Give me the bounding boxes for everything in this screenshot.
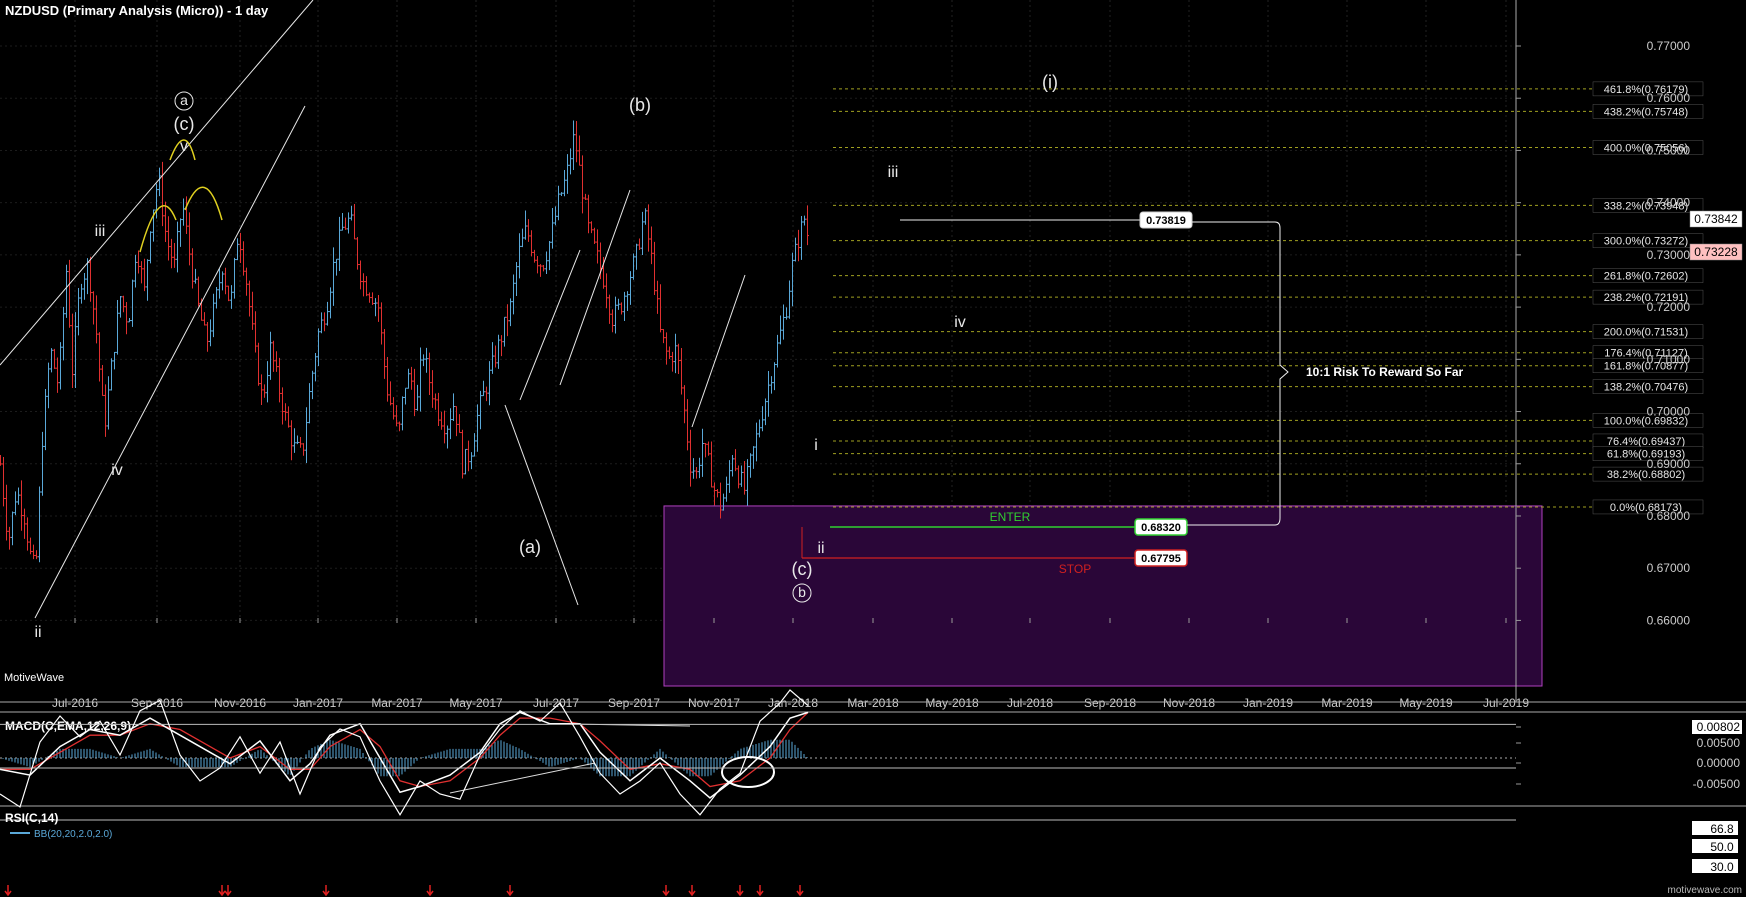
wave-label: (c)	[792, 559, 813, 579]
stop-price: 0.67795	[1141, 553, 1181, 565]
macd-y-label: 0.00500	[1697, 736, 1741, 750]
rsi-title: RSI(C,14)	[5, 811, 58, 825]
wave-label: ii	[34, 624, 41, 641]
x-tick-label: May-2019	[1399, 696, 1453, 710]
x-tick-label: Jan-2017	[293, 696, 343, 710]
y-tick-label: 0.72000	[1647, 300, 1691, 314]
wave-label: (c)	[174, 114, 195, 134]
support-zone	[663, 505, 1543, 687]
enter-price: 0.68320	[1141, 522, 1181, 534]
fib-label: 300.0%(0.73272)	[1604, 236, 1688, 248]
wave-label: iv	[111, 462, 123, 479]
macd-y-label: 0.00802	[1697, 720, 1741, 734]
x-tick-label: Sep-2017	[608, 696, 660, 710]
price-tag: 0.73228	[1694, 245, 1738, 259]
fib-label: 438.2%(0.75748)	[1604, 106, 1688, 118]
chart-svg: 461.8%(0.76179)438.2%(0.75748)400.0%(0.7…	[0, 0, 1746, 897]
x-tick-label: Sep-2016	[131, 696, 183, 710]
rsi-y-label: 66.8	[1710, 822, 1734, 836]
y-tick-label: 0.75000	[1647, 143, 1691, 157]
fib-label: 200.0%(0.71531)	[1604, 327, 1688, 339]
x-tick-label: Jul-2017	[533, 696, 579, 710]
motivewave-url: motivewave.com	[1668, 885, 1742, 896]
wave-label: i	[814, 437, 818, 454]
wave-label: (b)	[629, 95, 651, 115]
price-tag: 0.73842	[1694, 212, 1738, 226]
wave-label: iii	[95, 223, 106, 240]
fib-label: 138.2%(0.70476)	[1604, 382, 1688, 394]
chart-background	[0, 0, 1746, 897]
x-tick-label: Mar-2018	[847, 696, 899, 710]
x-tick-label: Nov-2017	[688, 696, 740, 710]
wave-label: ii	[817, 540, 824, 557]
wave-label: a	[180, 92, 188, 108]
x-tick-label: Jul-2019	[1483, 696, 1529, 710]
stop-label: STOP	[1059, 562, 1091, 576]
rsi-y-label: 30.0	[1710, 860, 1734, 874]
wave-label: b	[798, 584, 806, 600]
x-tick-label: Jul-2018	[1007, 696, 1053, 710]
wave-label: (i)	[1042, 72, 1058, 92]
fib-label: 261.8%(0.72602)	[1604, 271, 1688, 283]
x-tick-label: Sep-2018	[1084, 696, 1136, 710]
enter-label: ENTER	[990, 510, 1031, 524]
rsi-y-label: 50.0	[1710, 840, 1734, 854]
y-tick-label: 0.73000	[1647, 248, 1691, 262]
macd-y-label: -0.00500	[1693, 777, 1741, 791]
y-tick-label: 0.71000	[1647, 352, 1691, 366]
y-tick-label: 0.68000	[1647, 509, 1691, 523]
y-tick-label: 0.74000	[1647, 196, 1691, 210]
x-tick-label: Jan-2018	[768, 696, 818, 710]
risk-reward-label: 10:1 Risk To Reward So Far	[1306, 365, 1463, 379]
x-tick-label: Jan-2019	[1243, 696, 1293, 710]
chart-title: NZDUSD (Primary Analysis (Micro)) - 1 da…	[5, 3, 269, 18]
wave-label: iv	[954, 314, 966, 331]
y-tick-label: 0.69000	[1647, 457, 1691, 471]
x-tick-label: Nov-2018	[1163, 696, 1215, 710]
bb-legend-label: BB(20,20,2.0,2.0)	[34, 829, 112, 840]
wave-label: v	[180, 138, 188, 155]
x-tick-label: Mar-2017	[371, 696, 423, 710]
y-tick-label: 0.66000	[1647, 613, 1691, 627]
motivewave-watermark: MotiveWave	[4, 672, 64, 684]
x-tick-label: Mar-2019	[1321, 696, 1373, 710]
wave-label: (a)	[519, 537, 541, 557]
macd-title: MACD(C,EMA,12,26,9)	[5, 719, 131, 733]
support-zone-rect	[663, 505, 1543, 687]
macd-y-label: 0.00000	[1697, 756, 1741, 770]
fib-label: 76.4%(0.69437)	[1607, 436, 1685, 448]
wave-label: iii	[888, 164, 899, 181]
target-price: 0.73819	[1146, 215, 1186, 227]
x-tick-label: May-2017	[449, 696, 503, 710]
y-tick-label: 0.77000	[1647, 39, 1691, 53]
x-tick-label: Jul-2016	[52, 696, 98, 710]
y-tick-label: 0.67000	[1647, 561, 1691, 575]
x-tick-label: Nov-2016	[214, 696, 266, 710]
x-tick-label: May-2018	[925, 696, 979, 710]
fib-label: 38.2%(0.68802)	[1607, 469, 1685, 481]
y-tick-label: 0.70000	[1647, 405, 1691, 419]
y-tick-label: 0.76000	[1647, 91, 1691, 105]
